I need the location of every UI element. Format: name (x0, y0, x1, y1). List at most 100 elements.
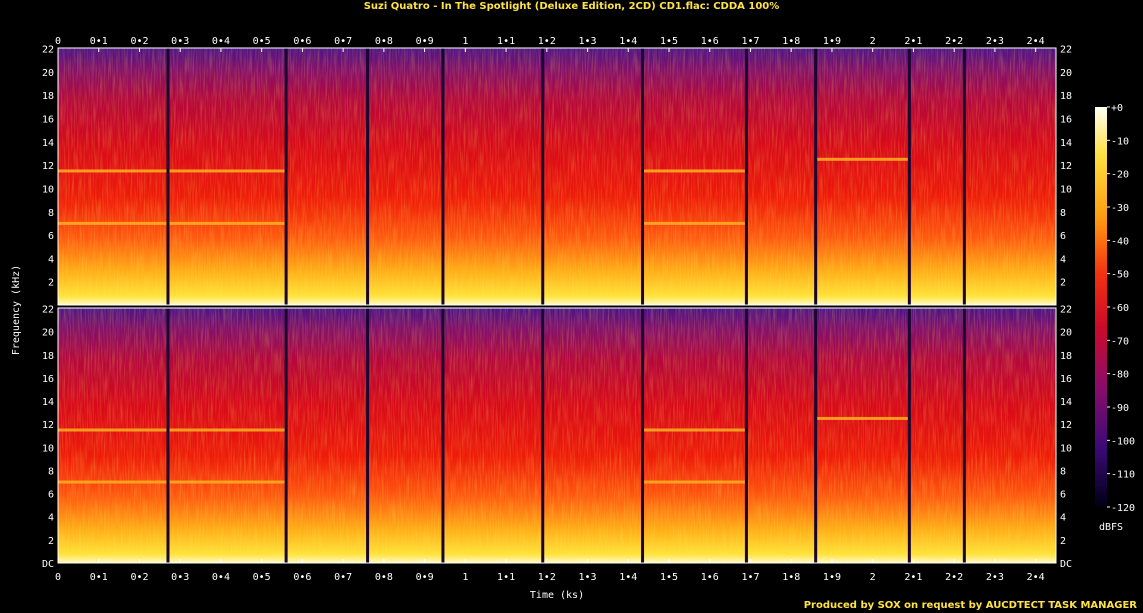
track-boundary (744, 308, 748, 563)
channel-2-texture (58, 308, 1056, 563)
x-tick-label: 2•1 (904, 572, 922, 583)
track-boundary (962, 48, 966, 305)
y-tick-label: 4 (1060, 513, 1066, 524)
tonal-line (815, 416, 910, 420)
colorbar-gradient (1095, 107, 1107, 507)
track-boundary (541, 48, 545, 305)
x-tick-label: 0•7 (334, 572, 352, 583)
x-tick-label: 1•4 (619, 36, 637, 47)
colorbar-tick-label: -40 (1111, 236, 1129, 247)
x-tick-label: 1•9 (823, 36, 841, 47)
x-tick-label: 1•9 (823, 572, 841, 583)
colorbar-tick-label: -120 (1111, 503, 1135, 514)
y-tick-label: 4 (48, 513, 54, 524)
y-tick-label: 16 (1060, 374, 1072, 385)
colorbar-tick-label: -60 (1111, 303, 1129, 314)
colorbar-label: dBFS (1099, 522, 1123, 533)
y-tick-label: 14 (1060, 397, 1072, 408)
colorbar-tick-label: -90 (1111, 403, 1129, 414)
x-tick-label: 2•3 (986, 572, 1004, 583)
x-tick-label: 2•3 (986, 36, 1004, 47)
spectrogram-chart: 0 0•1 0•2 0•3 0•4 0•5 0•6 0•7 0•8 0•9 1 1•1 1•2 1•3 1•… (11, 36, 1135, 601)
y-tick-label: 14 (42, 138, 54, 149)
y-tick-label: 22 (1060, 305, 1072, 316)
tonal-line (642, 428, 747, 432)
x-tick-label: 0•7 (334, 36, 352, 47)
track-boundary (284, 308, 288, 563)
x-tick-label: 0•4 (212, 36, 230, 47)
x-tick-label: 1 (462, 572, 468, 583)
y-tick-label: 8 (48, 208, 54, 219)
x-tick-label: 0 (55, 36, 61, 47)
colorbar: +0 -10 -20 -30 -40 -50 -60 -70 -80 -90 -100 -110 -12… (1095, 103, 1135, 514)
x-tick-label: 0•1 (90, 572, 108, 583)
colorbar-tick-label: -100 (1111, 436, 1135, 447)
y-tick-label: 16 (42, 374, 54, 385)
channel-1-texture (58, 48, 1056, 305)
x-tick-label: 0•8 (375, 36, 393, 47)
tonal-line (642, 169, 747, 173)
x-tick-label: 2•1 (904, 36, 922, 47)
colorbar-tick-label: -50 (1111, 270, 1129, 281)
track-boundary (441, 48, 445, 305)
colorbar-tick-label: -30 (1111, 203, 1129, 214)
y-tick-label: 20 (42, 328, 54, 339)
track-boundary (744, 48, 748, 305)
y-tick-label: DC (1060, 559, 1072, 570)
y-tick-label: 12 (42, 161, 54, 172)
x-tick-label: 0•8 (375, 572, 393, 583)
tonal-line (815, 157, 910, 161)
colorbar-tick-label: -20 (1111, 170, 1129, 181)
track-boundary (814, 308, 818, 563)
y-tick-label: 2 (48, 278, 54, 289)
x-tick-label: 1•2 (538, 36, 556, 47)
y-tick-label: 22 (1060, 45, 1072, 56)
y-tick-label: 6 (48, 231, 54, 242)
x-tick-label: 1•7 (741, 36, 759, 47)
y-tick-label: 8 (48, 466, 54, 477)
x-tick-label: 1•3 (579, 572, 597, 583)
y-tick-label: 18 (1060, 351, 1072, 362)
x-tick-label: 1 (462, 36, 468, 47)
track-boundary (641, 48, 645, 305)
colorbar-tick-label: -110 (1111, 470, 1135, 481)
x-tick-label: 1•1 (497, 572, 515, 583)
x-tick-label: 0•5 (253, 572, 271, 583)
x-tick-label: 0•9 (416, 572, 434, 583)
y-tick-label: 22 (42, 305, 54, 316)
tonal-line (58, 428, 287, 432)
x-tick-label: 0•9 (416, 36, 434, 47)
channel-panels (57, 47, 1057, 564)
colorbar-tick-label: -70 (1111, 336, 1129, 347)
x-tick-label: 0•2 (130, 36, 148, 47)
x-tick-label: 2 (870, 572, 876, 583)
colorbar-tick-label: -80 (1111, 370, 1129, 381)
y-tick-label: 4 (48, 254, 54, 265)
x-tick-label: 0 (55, 572, 61, 583)
track-boundary (907, 308, 911, 563)
y-tick-label: 6 (1060, 231, 1066, 242)
x-tick-label: 2•4 (1027, 36, 1045, 47)
tonal-line (58, 221, 287, 225)
y-tick-label: 8 (1060, 208, 1066, 219)
y-axis-label: Frequency (kHz) (11, 265, 22, 355)
y-tick-label: 18 (42, 91, 54, 102)
x-tick-label: 2•2 (945, 572, 963, 583)
track-boundary (907, 48, 911, 305)
y-tick-label: 20 (42, 68, 54, 79)
y-tick-label: 10 (1060, 443, 1072, 454)
x-tick-label: 2 (870, 36, 876, 47)
y-tick-label: 14 (1060, 138, 1072, 149)
x-tick-label: 0•6 (293, 572, 311, 583)
x-tick-label: 2•2 (945, 36, 963, 47)
y-tick-label: 2 (48, 536, 54, 547)
x-tick-label: 1•4 (619, 572, 637, 583)
y-tick-label: 18 (1060, 91, 1072, 102)
y-tick-label: 6 (48, 490, 54, 501)
x-tick-label: 0•3 (171, 36, 189, 47)
colorbar-tick-label: -10 (1111, 136, 1129, 147)
track-boundary (441, 308, 445, 563)
y-tick-label: 14 (42, 397, 54, 408)
track-boundary (166, 308, 170, 563)
track-boundary (366, 308, 370, 563)
